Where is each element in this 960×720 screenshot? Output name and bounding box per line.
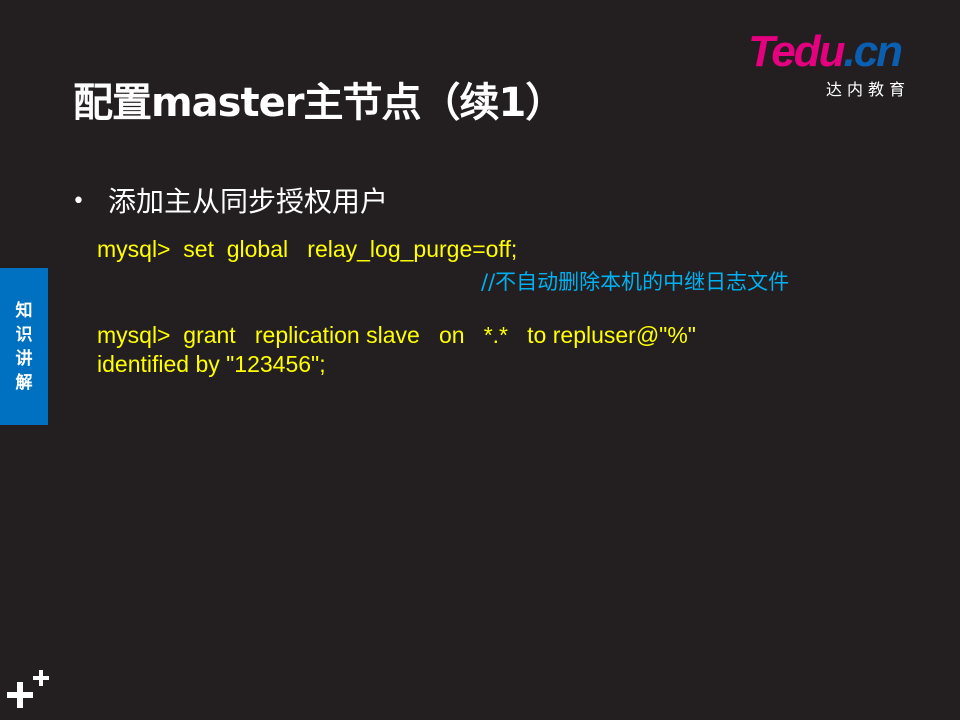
slide: 配置master主节点（续1） Tedu.cn 达内教育 知 识 讲 解 • 添加…	[0, 0, 960, 720]
logo-wordmark: Tedu.cn	[748, 27, 903, 76]
knowledge-explanation-tab: 知 识 讲 解	[0, 268, 48, 425]
slide-title: 配置master主节点（续1）	[73, 80, 565, 126]
side-tab-char: 识	[15, 324, 33, 345]
plus-icon	[7, 670, 49, 708]
code-comment: //不自动删除本机的中继日志文件	[481, 270, 790, 294]
logo-word-tedu: Tedu	[748, 27, 845, 76]
tedu-logo: Tedu.cn 达内教育	[748, 27, 928, 100]
logo-word-cn: .cn	[843, 27, 903, 76]
side-tab-char: 知	[15, 300, 33, 321]
code-line-relay-log: mysql> set global relay_log_purge=off;	[97, 236, 518, 262]
side-tab-char: 讲	[15, 348, 33, 369]
side-tab-char: 解	[15, 372, 33, 393]
logo-subtitle: 达内教育	[826, 80, 911, 99]
code-line-identified: identified by "123456";	[97, 351, 326, 377]
code-line-grant: mysql> grant replication slave on *.* to…	[97, 322, 696, 348]
bullet-text: 添加主从同步授权用户	[108, 185, 389, 218]
bullet-item: • 添加主从同步授权用户	[72, 180, 388, 220]
bullet-dot-icon: •	[72, 189, 85, 214]
